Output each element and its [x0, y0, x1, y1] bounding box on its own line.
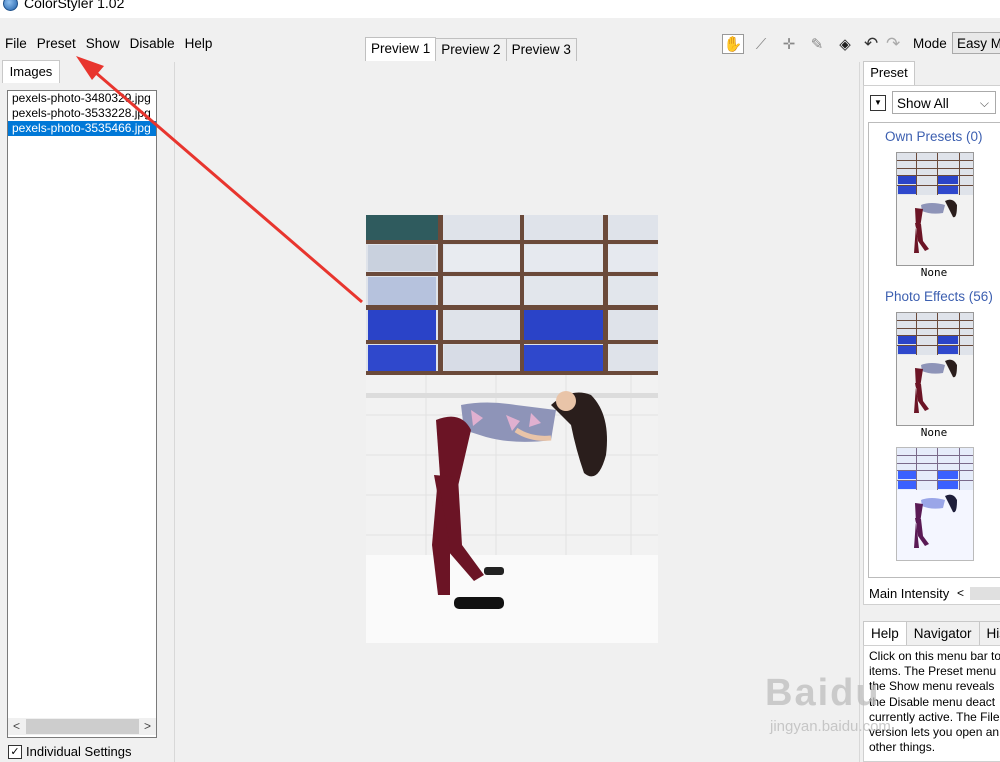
individual-settings-label: Individual Settings — [26, 744, 132, 759]
preset-thumbnail[interactable] — [896, 152, 974, 266]
list-item-file[interactable]: pexels-photo-3480329.jpg — [8, 91, 156, 106]
show-filter-select[interactable]: Show All ⌵ — [892, 91, 996, 114]
menu-preset[interactable]: Preset — [32, 34, 81, 56]
menu-help[interactable]: Help — [180, 34, 218, 56]
watermark-logo: Baidu — [765, 672, 881, 714]
preset-group-title[interactable]: Photo Effects (56) — [869, 289, 1000, 304]
thumbnail-illustration — [897, 153, 973, 265]
preset-thumbnail[interactable] — [896, 312, 974, 426]
help-line: Click on this menu bar to — [869, 649, 1000, 663]
preview-tabs: Preview 1 Preview 2 Preview 3 — [365, 37, 577, 62]
individual-settings-checkbox[interactable]: ✓ — [8, 744, 22, 759]
intensity-decrease-icon[interactable]: < — [957, 586, 964, 600]
chevron-down-icon: ⌵ — [979, 96, 989, 110]
main-intensity-label: Main Intensity — [869, 586, 950, 601]
help-line: the Show menu reveals — [869, 679, 995, 694]
watermark-url: jingyan.baidu.com — [770, 718, 891, 735]
mode-select[interactable]: Easy Mode — [952, 32, 1000, 54]
images-horizontal-scrollbar[interactable]: < > — [8, 718, 156, 735]
crosshair-icon[interactable]: ✛ — [778, 34, 800, 54]
photo-illustration — [366, 215, 658, 643]
tab-preset[interactable]: Preset — [863, 61, 915, 85]
scrollbar-thumb[interactable] — [26, 719, 139, 734]
preset-thumbnail[interactable] — [896, 447, 974, 561]
app-icon — [3, 0, 18, 11]
brush-icon[interactable]: ✎ — [806, 34, 828, 54]
eyedropper-icon[interactable]: ⟋ — [750, 34, 772, 54]
tab-history[interactable]: History — [978, 621, 1000, 646]
mode-label: Mode — [913, 36, 947, 51]
help-line: the Disable menu deact — [869, 694, 996, 709]
tab-preview-2[interactable]: Preview 2 — [435, 38, 507, 61]
show-filter-value: Show All — [897, 96, 949, 111]
help-line: other things. — [869, 740, 936, 755]
redo-icon[interactable]: ↷ — [886, 34, 900, 54]
window-title: ColorStyler 1.02 — [24, 0, 125, 11]
menu-bar: File Preset Show Disable Help — [0, 34, 217, 56]
menu-disable[interactable]: Disable — [125, 34, 180, 56]
tab-help[interactable]: Help — [863, 621, 907, 646]
scroll-right-icon[interactable]: > — [139, 718, 156, 735]
thumbnail-illustration — [897, 313, 973, 425]
tool-bar: ✋ ⟋ ✛ ✎ ◈ — [722, 34, 856, 54]
preset-menu-dropdown-icon[interactable]: ▼ — [870, 95, 886, 111]
images-list: pexels-photo-3480329.jpg pexels-photo-35… — [7, 90, 157, 738]
preset-list: Own Presets (0) None Photo Effects (56) … — [868, 122, 1000, 578]
preset-caption: None — [920, 426, 948, 439]
menu-show[interactable]: Show — [81, 34, 125, 56]
preset-caption: None — [920, 266, 948, 279]
help-text: Click on this menu bar to items. The Pre… — [869, 649, 1000, 755]
menu-file[interactable]: File — [0, 34, 32, 56]
preset-group-title[interactable]: Own Presets (0) — [869, 129, 1000, 144]
list-item-file[interactable]: pexels-photo-3533228.jpg — [8, 106, 156, 121]
hand-icon[interactable]: ✋ — [722, 34, 744, 54]
tab-preview-3[interactable]: Preview 3 — [505, 38, 577, 61]
tab-images[interactable]: Images — [2, 60, 60, 83]
split-compare-icon[interactable]: ◈ — [834, 34, 856, 54]
scroll-left-icon[interactable]: < — [8, 718, 25, 735]
list-item-file-selected[interactable]: pexels-photo-3535466.jpg — [8, 121, 156, 136]
tab-navigator[interactable]: Navigator — [905, 621, 980, 646]
intensity-slider[interactable] — [970, 587, 1000, 600]
help-tabs: Help Navigator History — [863, 621, 1000, 646]
thumbnail-illustration — [897, 448, 973, 560]
preview-photo[interactable] — [366, 215, 658, 643]
help-line: items. The Preset menu — [869, 664, 997, 679]
individual-settings: ✓ Individual Settings — [8, 744, 132, 759]
tab-preview-1[interactable]: Preview 1 — [365, 37, 437, 61]
title-bar: ColorStyler 1.02 — [0, 0, 1000, 18]
undo-icon[interactable]: ↶ — [864, 34, 878, 54]
